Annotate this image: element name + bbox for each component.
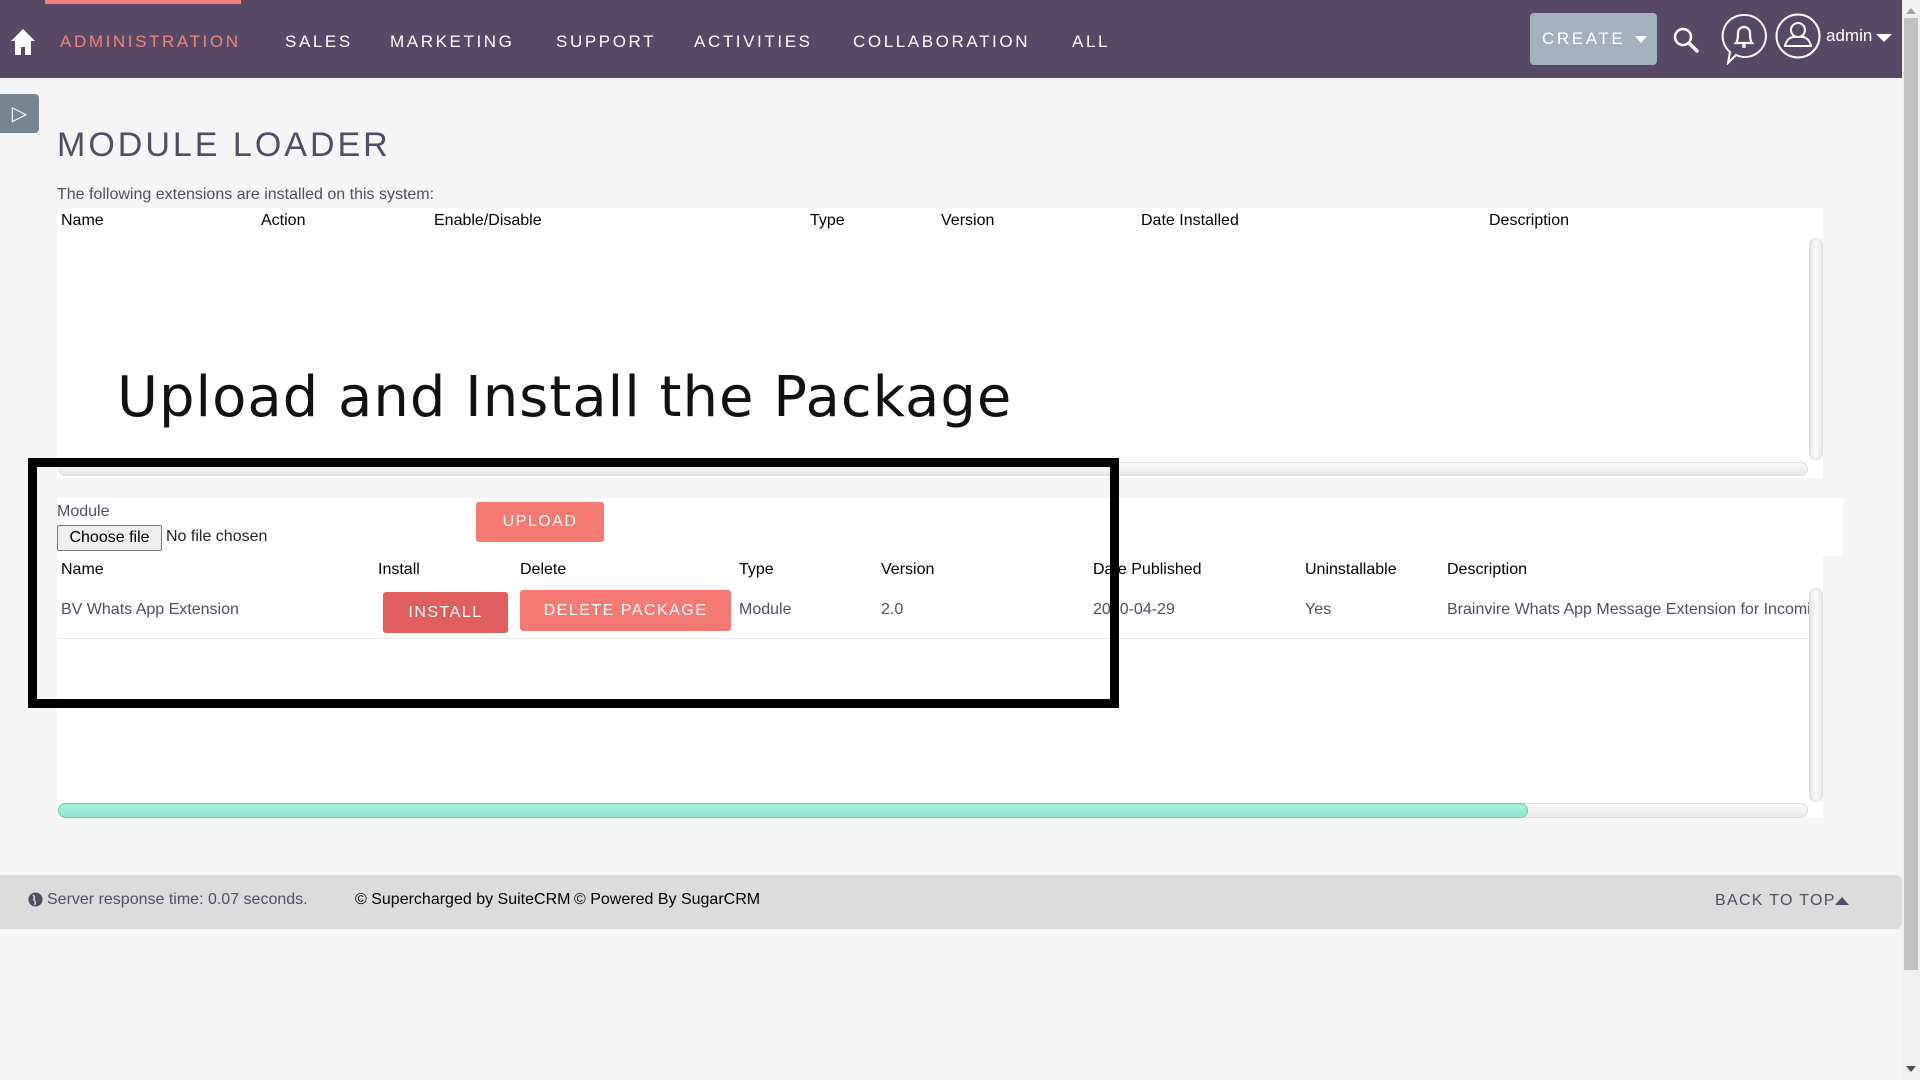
annotation-caption: Upload and Install the Package [117, 365, 1013, 430]
nav-collaboration[interactable]: COLLABORATION [853, 32, 1030, 52]
row-divider [57, 638, 1807, 639]
globe-icon [28, 892, 43, 907]
packages-horizontal-scrollbar-thumb[interactable] [58, 803, 1528, 818]
nav-all[interactable]: ALL [1072, 32, 1110, 52]
installed-extensions-table [57, 208, 1823, 478]
top-navbar: ADMINISTRATION SALES MARKETING SUPPORT A… [0, 0, 1902, 78]
play-triangle-icon: ▷ [11, 103, 28, 125]
choose-file-button[interactable]: Choose file [57, 525, 162, 551]
search-icon[interactable] [1672, 26, 1700, 54]
sugarcrm-credit-link[interactable]: © Powered By SugarCRM [574, 891, 760, 909]
user-menu[interactable]: admin [1826, 26, 1872, 46]
installed-table-vertical-scrollbar[interactable] [1809, 238, 1823, 460]
packages-table [57, 556, 1823, 818]
sidebar-toggle-button[interactable]: ▷ [0, 94, 39, 133]
notification-bell-icon[interactable] [1720, 13, 1768, 65]
delete-package-button[interactable]: DELETE PACKAGE [520, 590, 731, 631]
package-name: BV Whats App Extension [61, 601, 239, 618]
package-version: 2.0 [881, 601, 904, 618]
upload-button[interactable]: UPLOAD [476, 502, 604, 542]
installed-header-version: Version [941, 212, 995, 229]
package-type: Module [739, 601, 792, 618]
chevron-up-icon[interactable] [1835, 897, 1849, 905]
scroll-up-arrow-icon[interactable] [1906, 8, 1916, 14]
packages-header-description: Description [1447, 561, 1528, 578]
home-icon[interactable] [10, 28, 36, 56]
packages-header-install: Install [378, 561, 420, 578]
packages-header-delete: Delete [520, 561, 567, 578]
packages-header-name: Name [61, 561, 104, 578]
package-description: Brainvire Whats App Message Extension fo… [1447, 601, 1809, 618]
create-label: CREATE [1542, 29, 1626, 48]
nav-sales[interactable]: SALES [285, 32, 353, 52]
installed-header-name: Name [61, 212, 104, 229]
nav-support[interactable]: SUPPORT [556, 32, 656, 52]
create-button[interactable]: CREATE [1530, 13, 1657, 65]
packages-header-date-published: Date Published [1093, 561, 1202, 578]
packages-header-type: Type [739, 561, 774, 578]
installed-header-date-installed: Date Installed [1141, 212, 1239, 229]
installed-header-type: Type [810, 212, 845, 229]
chevron-down-icon [1635, 35, 1648, 43]
nav-administration[interactable]: ADMINISTRATION [60, 32, 241, 52]
installed-header-enable-disable: Enable/Disable [434, 212, 542, 229]
installed-intro-text: The following extensions are installed o… [57, 186, 435, 203]
page-scrollbar-thumb[interactable] [1904, 18, 1918, 970]
installed-table-horizontal-scrollbar[interactable] [58, 462, 1808, 476]
installed-header-action: Action [261, 212, 306, 229]
nav-marketing[interactable]: MARKETING [390, 32, 514, 52]
back-to-top-link[interactable]: BACK TO TOP [1715, 892, 1836, 910]
packages-header-version: Version [881, 561, 935, 578]
installed-header-description: Description [1489, 212, 1570, 229]
user-avatar-icon[interactable] [1775, 13, 1821, 59]
scroll-down-arrow-icon[interactable] [1906, 1066, 1916, 1072]
server-response-time: Server response time: 0.07 seconds. [47, 891, 308, 908]
file-status-text: No file chosen [166, 528, 268, 545]
install-button[interactable]: INSTALL [383, 592, 508, 633]
upload-panel [57, 498, 1843, 556]
active-tab-indicator [45, 0, 241, 4]
packages-header-uninstallable: Uninstallable [1305, 561, 1397, 578]
chevron-down-icon[interactable] [1876, 34, 1892, 42]
module-label: Module [57, 503, 110, 520]
page-title: MODULE LOADER [57, 126, 391, 164]
page-scrollbar[interactable] [1902, 0, 1920, 1080]
package-date-published: 2020-04-29 [1093, 601, 1175, 618]
suitecrm-credit-link[interactable]: © Supercharged by SuiteCRM [355, 891, 570, 909]
packages-table-vertical-scrollbar[interactable] [1809, 588, 1823, 802]
package-uninstallable: Yes [1305, 601, 1332, 618]
nav-activities[interactable]: ACTIVITIES [694, 32, 813, 52]
